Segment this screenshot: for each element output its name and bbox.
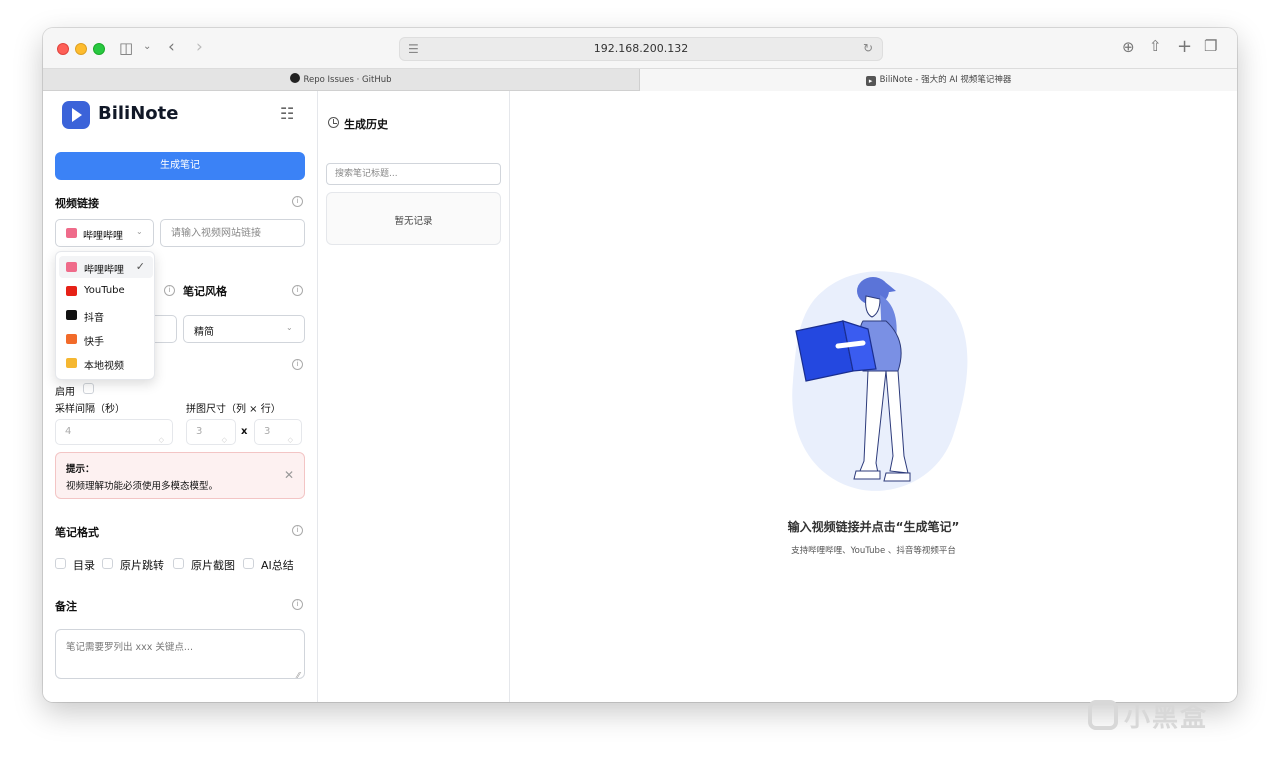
douyin-icon xyxy=(66,310,77,320)
grid-x-separator: x xyxy=(241,426,248,437)
watermark-logo-icon xyxy=(1088,700,1118,730)
info-icon[interactable]: i xyxy=(164,285,175,296)
screenshot-label: 原片截图 xyxy=(191,559,235,572)
history-panel: 生成历史 暂无记录 xyxy=(318,91,510,702)
kuaishou-icon xyxy=(66,334,77,344)
note-format-title: 笔记格式 xyxy=(55,526,99,539)
platform-option-kuaishou[interactable]: 快手 xyxy=(59,328,153,350)
tab-label: BiliNote - 强大的 AI 视频笔记神器 xyxy=(879,75,1012,85)
note-style-title: 笔记风格 xyxy=(183,285,227,298)
history-empty-state: 暂无记录 xyxy=(326,192,501,245)
grid-cols-input[interactable]: 3 ◇ xyxy=(186,419,236,445)
alert-text: 视频理解功能必须使用多模态模型。 xyxy=(66,481,219,492)
platform-dropdown: 哔哩哔哩 ✓ YouTube 抖音 快手 本地视频 xyxy=(55,251,155,380)
empty-state-subtitle: 支持哔哩哔哩、YouTube 、抖音等视频平台 xyxy=(791,546,956,556)
close-window-button[interactable] xyxy=(57,43,69,55)
stepper-icon[interactable]: ◇ xyxy=(222,428,227,452)
grid-rows-input[interactable]: 3 ◇ xyxy=(254,419,302,445)
app-name: BiliNote xyxy=(98,103,179,124)
screenshot-checkbox[interactable] xyxy=(173,558,184,569)
empty-state-title: 输入视频链接并点击“生成笔记” xyxy=(787,520,960,534)
stepper-icon[interactable]: ◇ xyxy=(159,428,164,452)
note-style-select[interactable]: 精简 ⌄ xyxy=(183,315,305,343)
remarks-textarea[interactable] xyxy=(55,629,305,679)
download-icon[interactable]: ⊕ xyxy=(1122,40,1135,55)
toc-checkbox[interactable] xyxy=(55,558,66,569)
browser-window: ◫ ⌄ ‹ › ☰ 192.168.200.132 ↻ ⊕ ⇧ + ❐ Repo… xyxy=(43,28,1237,702)
enable-checkbox[interactable] xyxy=(83,383,94,394)
tab-bar: Repo Issues · GitHub ▸ BiliNote - 强大的 AI … xyxy=(43,69,1237,91)
stepper-icon[interactable]: ◇ xyxy=(288,428,293,452)
video-url-input[interactable] xyxy=(160,219,305,247)
form-sidebar: BiliNote ☷ 生成笔记 视频链接 i 哔哩哔哩 ⌄ i 笔记风格 i 精… xyxy=(43,91,318,702)
bilibili-icon xyxy=(66,228,77,238)
watermark-text: 小黑盒 xyxy=(1124,703,1209,733)
forward-icon[interactable]: › xyxy=(196,39,203,56)
info-icon[interactable]: i xyxy=(292,359,303,370)
new-tab-icon[interactable]: + xyxy=(1177,38,1192,56)
chevron-down-icon: ⌄ xyxy=(136,227,143,236)
resize-handle-icon[interactable]: ⁄⁄ xyxy=(297,671,300,680)
grid-size-label: 拼图尺寸（列 × 行） xyxy=(186,404,281,415)
reload-icon[interactable]: ↻ xyxy=(863,41,873,55)
ai-summary-label: AI总结 xyxy=(261,559,294,572)
bilinote-favicon-icon: ▸ xyxy=(865,76,876,86)
platform-option-douyin[interactable]: 抖音 xyxy=(59,304,153,326)
github-icon xyxy=(290,73,301,83)
info-icon[interactable]: i xyxy=(292,525,303,536)
tab-github[interactable]: Repo Issues · GitHub xyxy=(43,69,640,91)
minimize-window-button[interactable] xyxy=(75,43,87,55)
info-icon[interactable]: i xyxy=(292,599,303,610)
jump-checkbox[interactable] xyxy=(102,558,113,569)
logo-icon xyxy=(62,101,90,129)
platform-select-value: 哔哩哔哩 xyxy=(83,231,123,242)
sidebar-toggle-icon[interactable]: ◫ xyxy=(119,41,133,56)
youtube-icon xyxy=(66,286,77,296)
settings-sliders-icon[interactable]: ☷ xyxy=(280,104,294,123)
platform-option-bilibili[interactable]: 哔哩哔哩 ✓ xyxy=(59,256,153,278)
tab-overview-icon[interactable]: ❐ xyxy=(1204,39,1217,54)
video-link-title: 视频链接 xyxy=(55,197,99,210)
ai-summary-checkbox[interactable] xyxy=(243,558,254,569)
tab-label: Repo Issues · GitHub xyxy=(303,75,392,85)
history-title: 生成历史 xyxy=(344,118,388,131)
browser-toolbar: ◫ ⌄ ‹ › ☰ 192.168.200.132 ↻ ⊕ ⇧ + ❐ xyxy=(43,28,1237,69)
multimodal-alert: 提示： 视频理解功能必须使用多模态模型。 ✕ xyxy=(55,452,305,499)
bilibili-icon xyxy=(66,262,77,272)
main-panel: 输入视频链接并点击“生成笔记” 支持哔哩哔哩、YouTube 、抖音等视频平台 xyxy=(510,91,1237,702)
enable-label: 启用 xyxy=(55,387,75,398)
address-bar[interactable]: ☰ 192.168.200.132 ↻ xyxy=(399,37,883,61)
note-style-value: 精简 xyxy=(194,327,214,338)
zoom-window-button[interactable] xyxy=(93,43,105,55)
remarks-title: 备注 xyxy=(55,600,77,613)
jump-label: 原片跳转 xyxy=(120,559,164,572)
page-content: BiliNote ☷ 生成笔记 视频链接 i 哔哩哔哩 ⌄ i 笔记风格 i 精… xyxy=(43,91,1237,702)
address-url: 192.168.200.132 xyxy=(593,42,689,55)
chevron-down-icon[interactable]: ⌄ xyxy=(143,42,151,52)
info-icon[interactable]: i xyxy=(292,285,303,296)
interval-label: 采样间隔（秒） xyxy=(55,404,125,415)
platform-option-local[interactable]: 本地视频 xyxy=(59,352,153,374)
back-icon[interactable]: ‹ xyxy=(168,39,175,56)
folder-icon xyxy=(66,358,77,368)
empty-state-illustration xyxy=(792,271,968,491)
platform-select[interactable]: 哔哩哔哩 ⌄ xyxy=(55,219,154,247)
clock-icon xyxy=(328,117,339,128)
check-icon: ✓ xyxy=(135,260,145,273)
generate-note-button[interactable]: 生成笔记 xyxy=(55,152,305,180)
platform-option-youtube[interactable]: YouTube xyxy=(59,280,153,302)
tab-bilinote[interactable]: ▸ BiliNote - 强大的 AI 视频笔记神器 xyxy=(640,69,1237,91)
history-search-input[interactable] xyxy=(326,163,501,185)
interval-input[interactable]: 4 ◇ xyxy=(55,419,173,445)
info-icon[interactable]: i xyxy=(292,196,303,207)
toc-label: 目录 xyxy=(73,559,95,572)
share-icon[interactable]: ⇧ xyxy=(1149,39,1162,54)
close-icon[interactable]: ✕ xyxy=(284,468,294,482)
alert-title: 提示： xyxy=(66,464,95,475)
chevron-down-icon: ⌄ xyxy=(286,323,293,332)
